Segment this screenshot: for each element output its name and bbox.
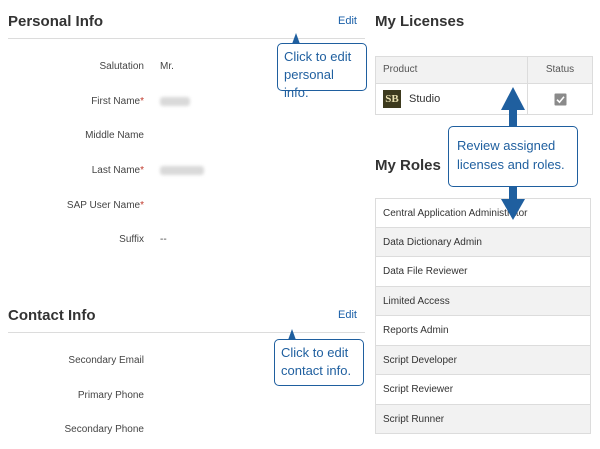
- list-item: Limited Access: [375, 286, 591, 316]
- first-name-label: First Name*: [91, 96, 144, 107]
- status-column-header: Status: [545, 64, 575, 75]
- personal-info-divider: [8, 38, 365, 39]
- licenses-table: Product Status SB Studio: [375, 56, 593, 115]
- studio-logo-icon: SB: [383, 90, 401, 108]
- list-item: Reports Admin: [375, 316, 591, 346]
- list-item: Data File Reviewer: [375, 257, 591, 287]
- callout-text: Click to edit: [284, 49, 352, 64]
- product-column-header: Product: [376, 57, 528, 83]
- contact-info-title: Contact Info: [8, 307, 96, 324]
- contact-info-edit-link[interactable]: Edit: [338, 309, 357, 321]
- personal-info-edit-link[interactable]: Edit: [338, 15, 357, 27]
- list-item: Script Developer: [375, 345, 591, 375]
- callout-text: licenses and roles.: [457, 157, 565, 172]
- list-item: Script Runner: [375, 404, 591, 434]
- salutation-label: Salutation: [99, 61, 144, 72]
- secondary-phone-label: Secondary Phone: [64, 424, 144, 435]
- list-item: Data Dictionary Admin: [375, 227, 591, 257]
- secondary-email-label: Secondary Email: [68, 355, 144, 366]
- first-name-value: [160, 97, 190, 106]
- personal-info-title: Personal Info: [8, 13, 104, 30]
- suffix-label: Suffix: [119, 234, 144, 245]
- roles-list: Central Application Administrator Data D…: [375, 198, 591, 434]
- contact-edit-callout: Click to edit contact info.: [274, 339, 364, 386]
- licenses-table-header: Product Status: [376, 57, 592, 84]
- sap-user-name-label: SAP User Name*: [66, 200, 144, 211]
- table-row: SB Studio: [376, 84, 592, 114]
- salutation-value: Mr.: [160, 61, 174, 72]
- my-roles-title: My Roles: [375, 157, 441, 174]
- callout-text: contact info.: [281, 363, 352, 378]
- last-name-value: [160, 166, 204, 175]
- list-item: Central Application Administrator: [375, 198, 591, 228]
- last-name-label: Last Name*: [91, 165, 144, 176]
- primary-phone-label: Primary Phone: [77, 390, 144, 401]
- contact-info-divider: [8, 332, 365, 333]
- callout-text: personal info.: [284, 67, 334, 100]
- check-icon: [554, 93, 566, 105]
- list-item: Script Reviewer: [375, 375, 591, 405]
- product-name: Studio: [409, 93, 441, 105]
- middle-name-label: Middle Name: [85, 130, 144, 141]
- suffix-value: --: [160, 234, 167, 245]
- my-licenses-title: My Licenses: [375, 13, 465, 30]
- personal-edit-callout: Click to edit personal info.: [277, 43, 367, 100]
- review-callout: Review assigned licenses and roles.: [448, 126, 578, 187]
- callout-text: Review assigned: [457, 138, 556, 153]
- callout-text: Click to edit: [281, 345, 349, 360]
